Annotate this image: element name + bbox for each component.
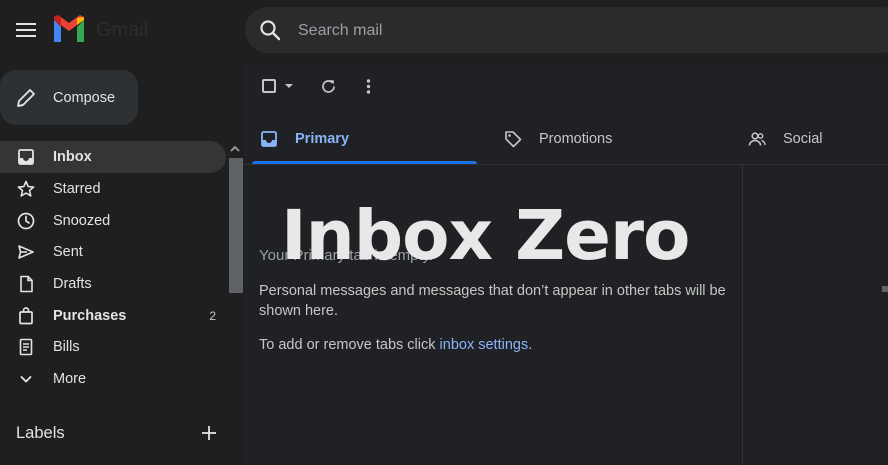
send-icon [18, 245, 34, 259]
empty-state-description: Personal messages and messages that don’… [259, 283, 726, 319]
plus-icon [202, 426, 216, 440]
refresh-icon [322, 80, 335, 93]
sidebar-item-label: Sent [53, 244, 83, 260]
clock-icon [17, 212, 35, 230]
tab-primary[interactable]: Primary [260, 114, 349, 164]
gmail-m-icon [54, 15, 84, 42]
sidebar-item-more[interactable]: More [0, 363, 226, 395]
select-all-checkbox[interactable] [262, 79, 276, 93]
shopping-bag-icon [19, 307, 33, 325]
tabs-divider [243, 164, 888, 165]
sidebar-item-label: Starred [53, 181, 101, 197]
create-label-button[interactable] [200, 424, 218, 442]
sidebar-item-sent[interactable]: Sent [0, 236, 226, 268]
scroll-up-button[interactable] [229, 144, 241, 154]
overlay-title: Inbox Zero [281, 196, 690, 276]
sidebar-item-label: Snoozed [53, 213, 111, 229]
chevron-down-icon [20, 376, 32, 383]
caret-down-icon [285, 84, 293, 88]
side-panel-divider [742, 165, 743, 465]
labels-heading: Labels [16, 424, 65, 442]
star-icon [17, 180, 35, 197]
search-icon [260, 20, 281, 41]
sidebar-item-label: Drafts [53, 276, 92, 292]
search-input[interactable] [296, 19, 800, 43]
people-icon [748, 132, 766, 146]
compose-button[interactable]: Compose [0, 70, 138, 125]
draft-icon [20, 275, 33, 293]
select-options-button[interactable] [284, 83, 294, 89]
chevron-up-icon [230, 145, 240, 152]
sidebar-item-snoozed[interactable]: Snoozed [0, 205, 226, 237]
sidebar-item-drafts[interactable]: Drafts [0, 268, 226, 300]
sidebar-item-label: Purchases [53, 308, 127, 324]
main-menu-button[interactable] [12, 16, 40, 44]
hamburger-menu-icon [16, 23, 36, 37]
gmail-logo[interactable] [52, 14, 86, 44]
tab-social[interactable]: Social [748, 114, 823, 164]
inbox-icon [261, 131, 277, 147]
search-button[interactable] [258, 18, 282, 42]
side-panel-toggle[interactable] [882, 286, 888, 292]
settings-hint-prefix: To add or remove tabs click [259, 337, 440, 353]
unread-count: 2 [209, 309, 216, 323]
tab-label: Primary [295, 131, 350, 147]
tab-promotions[interactable]: Promotions [504, 114, 612, 164]
tag-icon [505, 131, 522, 148]
sidebar-item-bills[interactable]: Bills [0, 331, 226, 363]
empty-state-settings-hint: To add or remove tabs click inbox settin… [259, 337, 532, 353]
sidebar-item-label: Inbox [53, 149, 92, 165]
refresh-button[interactable] [320, 78, 337, 95]
tab-label: Social [783, 131, 823, 147]
sidebar-item-starred[interactable]: Starred [0, 173, 226, 205]
compose-label: Compose [53, 89, 116, 106]
more-options-button[interactable] [366, 78, 371, 95]
app-name: Gmail [96, 19, 149, 41]
tab-label: Promotions [539, 131, 613, 147]
sidebar-item-inbox[interactable]: Inbox [0, 141, 226, 173]
pencil-icon [17, 88, 35, 107]
sidebar-item-label: More [53, 371, 87, 387]
inbox-icon [18, 149, 34, 165]
sidebar-item-purchases[interactable]: Purchases 2 [0, 300, 226, 332]
sidebar-item-label: Bills [53, 339, 80, 355]
sidebar-scrollbar-thumb[interactable] [229, 158, 243, 293]
receipt-icon [19, 338, 33, 356]
inbox-settings-link[interactable]: inbox settings [440, 337, 529, 353]
vertical-dots-icon [366, 79, 371, 94]
settings-hint-suffix: . [528, 337, 533, 353]
